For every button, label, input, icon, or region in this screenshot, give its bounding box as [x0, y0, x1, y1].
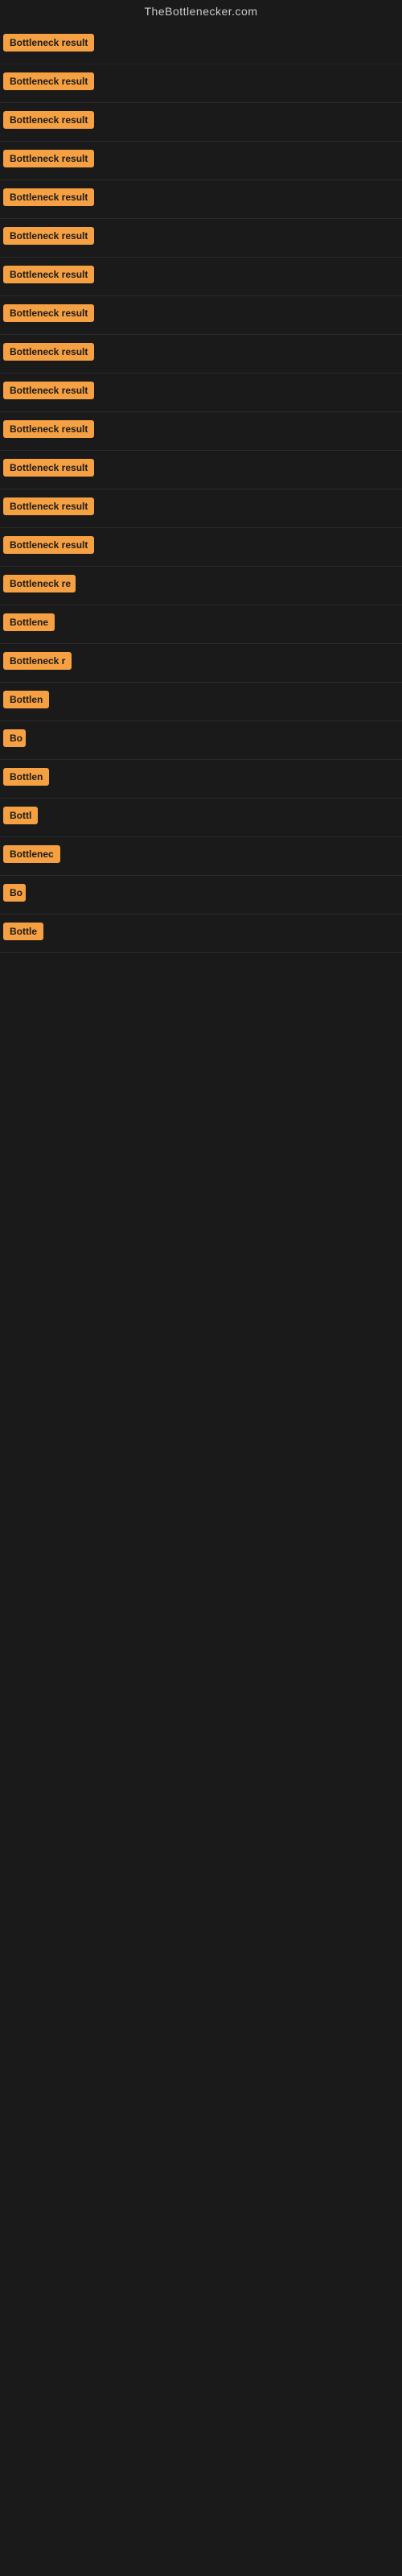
bottleneck-result-badge[interactable]: Bottleneck result — [3, 459, 94, 477]
bottleneck-result-badge[interactable]: Bottleneck result — [3, 497, 94, 515]
bottleneck-result-badge[interactable]: Bottleneck result — [3, 536, 94, 554]
bottleneck-result-badge[interactable]: Bottl — [3, 807, 38, 824]
list-item: Bo — [0, 876, 402, 914]
rows-container: Bottleneck result Bottleneck result Bottle… — [0, 26, 402, 953]
bottleneck-result-badge[interactable]: Bottleneck result — [3, 382, 94, 399]
list-item: Bottl — [0, 799, 402, 837]
bottleneck-result-badge[interactable]: Bottleneck re — [3, 575, 76, 592]
bottleneck-result-badge[interactable]: Bottleneck result — [3, 343, 94, 361]
site-title: TheBottlenecker.com — [0, 0, 402, 26]
list-item: Bottle — [0, 914, 402, 953]
bottleneck-result-badge[interactable]: Bo — [3, 884, 26, 902]
list-item: Bottleneck result — [0, 528, 402, 567]
bottleneck-result-badge[interactable]: Bottleneck result — [3, 111, 94, 129]
list-item: Bottleneck re — [0, 567, 402, 605]
list-item: Bottlen — [0, 760, 402, 799]
bottleneck-result-badge[interactable]: Bo — [3, 729, 26, 747]
bottleneck-result-badge[interactable]: Bottleneck result — [3, 420, 94, 438]
bottleneck-result-badge[interactable]: Bottlene — [3, 613, 55, 631]
list-item: Bottleneck result — [0, 451, 402, 489]
bottleneck-result-badge[interactable]: Bottleneck result — [3, 72, 94, 90]
bottleneck-result-badge[interactable]: Bottleneck r — [3, 652, 72, 670]
bottleneck-result-badge[interactable]: Bottleneck result — [3, 188, 94, 206]
bottleneck-result-badge[interactable]: Bottleneck result — [3, 150, 94, 167]
bottleneck-result-badge[interactable]: Bottlen — [3, 691, 49, 708]
list-item: Bottleneck result — [0, 64, 402, 103]
list-item: Bo — [0, 721, 402, 760]
bottleneck-result-badge[interactable]: Bottleneck result — [3, 266, 94, 283]
list-item: Bottlenec — [0, 837, 402, 876]
bottleneck-result-badge[interactable]: Bottleneck result — [3, 304, 94, 322]
list-item: Bottleneck result — [0, 142, 402, 180]
list-item: Bottlen — [0, 683, 402, 721]
bottleneck-result-badge[interactable]: Bottlen — [3, 768, 49, 786]
page-container: TheBottlenecker.com Bottleneck resultBot… — [0, 0, 402, 953]
bottleneck-result-badge[interactable]: Bottle — [3, 923, 43, 940]
list-item: Bottleneck result — [0, 335, 402, 374]
list-item: Bottleneck r — [0, 644, 402, 683]
list-item: Bottleneck result — [0, 258, 402, 296]
list-item: Bottleneck result — [0, 374, 402, 412]
list-item: Bottleneck result — [0, 180, 402, 219]
list-item: Bottleneck result — [0, 219, 402, 258]
bottleneck-result-badge[interactable]: Bottleneck result — [3, 34, 94, 52]
list-item: Bottleneck result — [0, 489, 402, 528]
list-item: Bottleneck result — [0, 26, 402, 64]
list-item: Bottlene — [0, 605, 402, 644]
list-item: Bottleneck result — [0, 103, 402, 142]
list-item: Bottleneck result — [0, 296, 402, 335]
list-item: Bottleneck result — [0, 412, 402, 451]
bottleneck-result-badge[interactable]: Bottlenec — [3, 845, 60, 863]
bottleneck-result-badge[interactable]: Bottleneck result — [3, 227, 94, 245]
